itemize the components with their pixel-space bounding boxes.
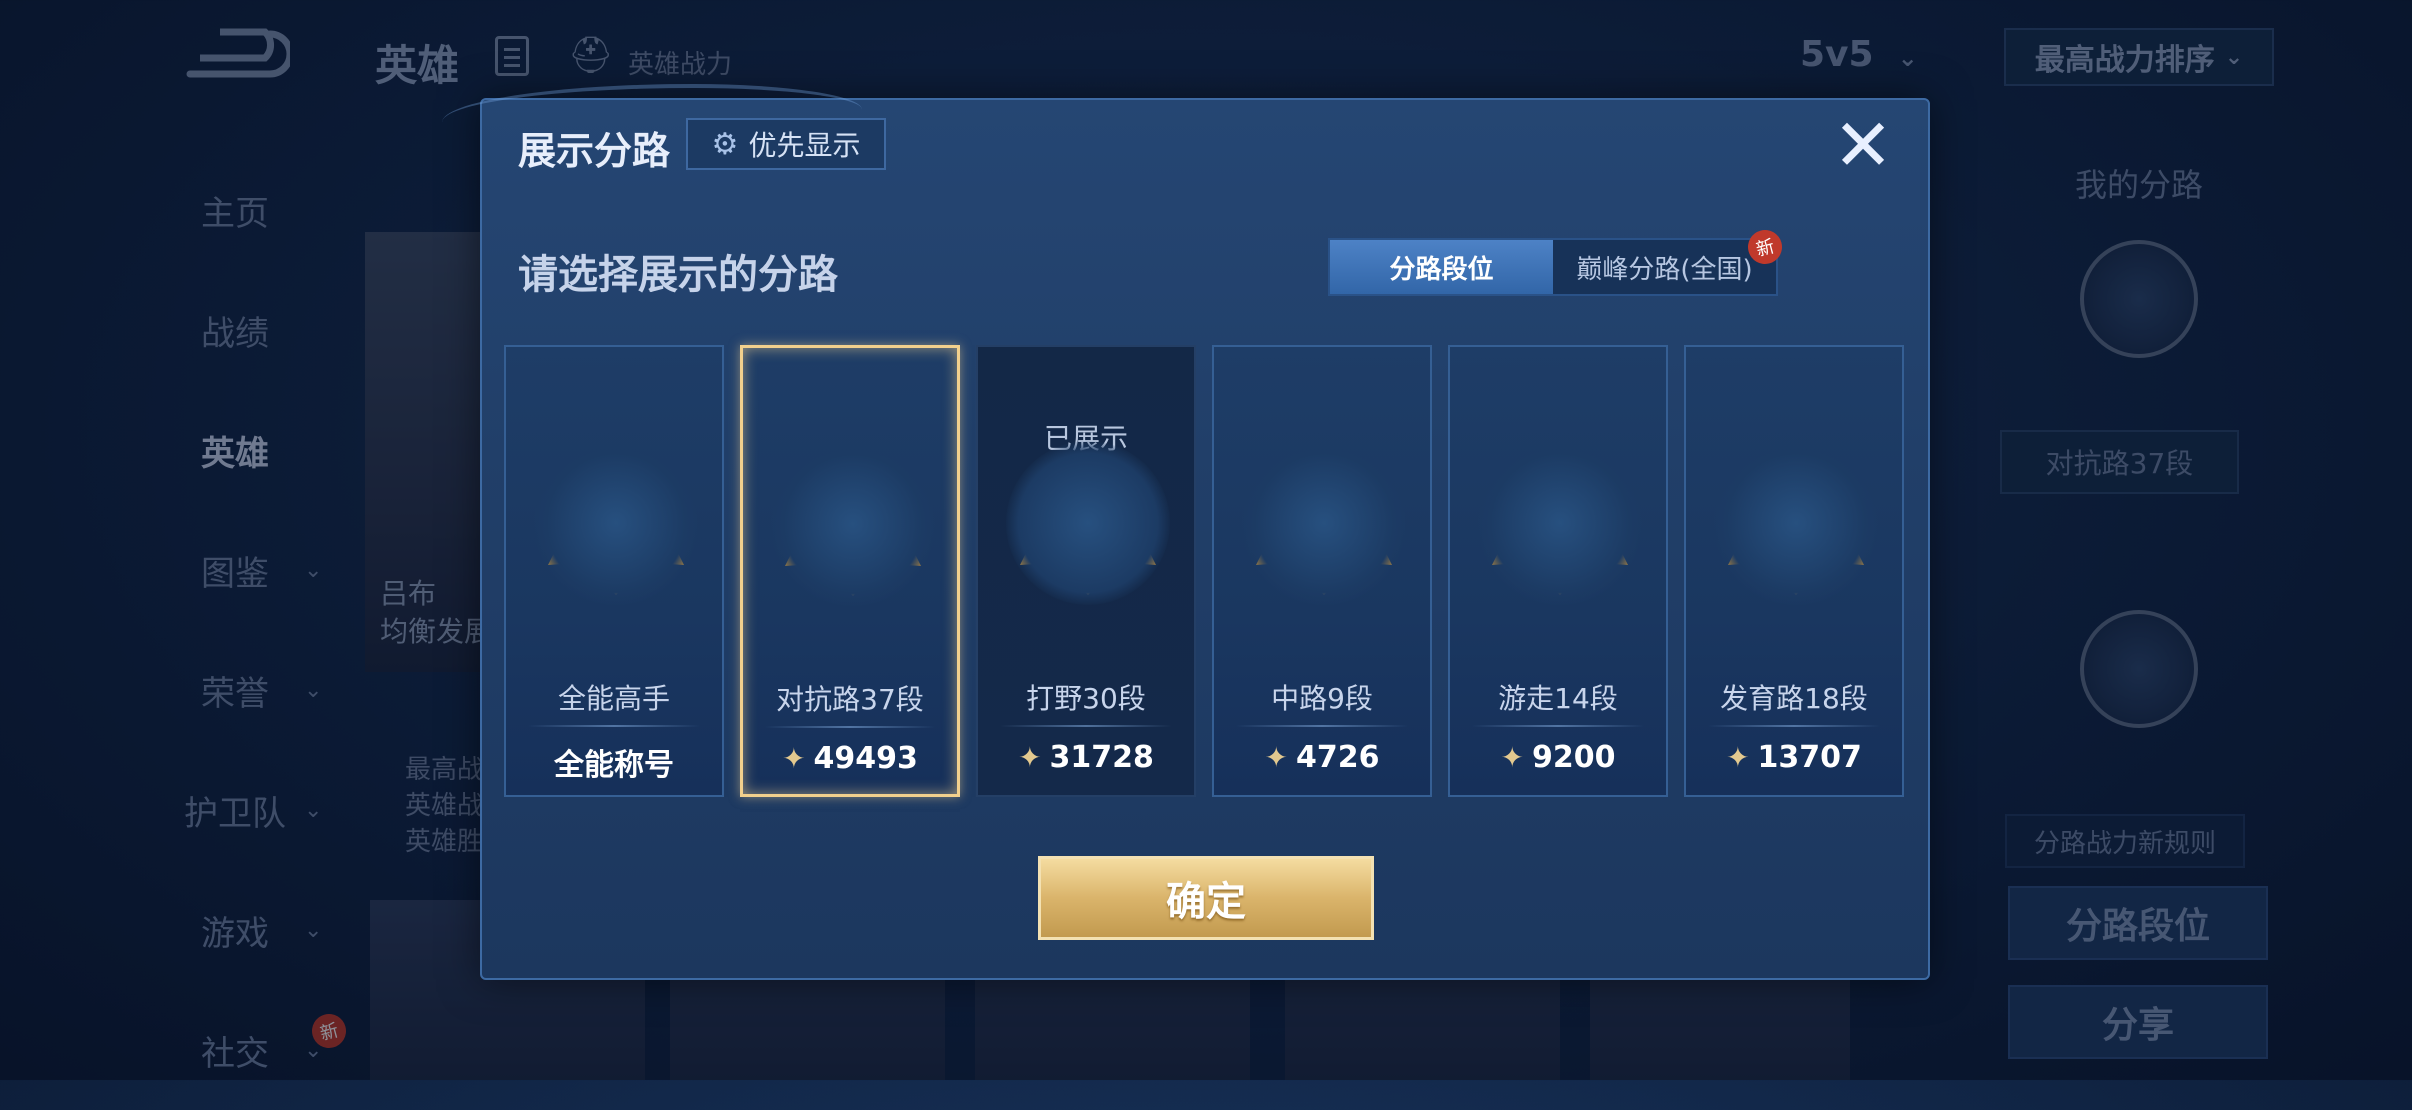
lane-name: 全能高手 xyxy=(557,682,670,715)
tab-lane-rank[interactable]: 分路段位 xyxy=(1330,240,1553,294)
lane-name: 发育路18段 xyxy=(1720,682,1868,715)
lane-value-text: 4726 xyxy=(1295,740,1380,775)
roam-emblem-icon xyxy=(1478,441,1642,605)
tab-peak-lane[interactable]: 巅峰分路(全国) 新 xyxy=(1553,226,1786,294)
dialog-title: 展示分路 xyxy=(518,129,671,173)
lane-power-value: ✦ 9200 xyxy=(1450,740,1666,775)
power-icon: ✦ xyxy=(1726,741,1750,774)
lane-power-value: ✦ 49493 xyxy=(743,741,957,776)
lane-value-text: 31728 xyxy=(1049,740,1154,775)
lane-name: 游走14段 xyxy=(1498,682,1618,715)
lane-card-roam[interactable]: 游走14段 ✦ 9200 xyxy=(1448,345,1668,797)
divider xyxy=(1236,725,1408,727)
lane-name: 打野30段 xyxy=(1026,682,1146,715)
lane-card-farm[interactable]: 发育路18段 ✦ 13707 xyxy=(1684,345,1904,797)
mid-lane-emblem-icon xyxy=(1242,441,1406,605)
lane-value-text: 13707 xyxy=(1757,740,1862,775)
lane-value-text: 49493 xyxy=(813,741,918,776)
lane-value-text: 9200 xyxy=(1531,740,1616,775)
dialog-subtitle: 请选择展示的分路 xyxy=(518,252,838,298)
divider xyxy=(1708,725,1880,727)
power-icon: ✦ xyxy=(1018,741,1042,774)
lane-name: 对抗路37段 xyxy=(776,683,924,716)
lane-display-dialog: 展示分路 ⚙ 优先显示 ✕ 请选择展示的分路 分路段位 巅峰分路(全国) 新 全… xyxy=(442,84,1930,980)
lane-power-value: ✦ 4726 xyxy=(1214,740,1430,775)
lane-card-clash[interactable]: 对抗路37段 ✦ 49493 xyxy=(740,345,960,797)
priority-display-button[interactable]: ⚙ 优先显示 xyxy=(686,118,886,170)
jungle-emblem-icon xyxy=(1006,441,1170,605)
tab-label: 分路段位 xyxy=(1389,254,1494,285)
lane-card-list: 全能高手 全能称号 对抗路37段 ✦ 49493 已展示 打野30段 ✦ 31728… xyxy=(504,345,1906,797)
power-icon: ✦ xyxy=(782,742,806,775)
tab-label: 巅峰分路(全国) xyxy=(1576,254,1753,285)
confirm-button[interactable]: 确定 xyxy=(1038,856,1374,940)
gear-icon: ⚙ xyxy=(711,126,739,162)
lane-power-value: ✦ 13707 xyxy=(1686,740,1902,775)
divider xyxy=(1000,725,1172,727)
lane-value-text: 全能称号 xyxy=(554,748,674,783)
divider xyxy=(1472,725,1644,727)
divider xyxy=(528,725,700,727)
priority-display-label: 优先显示 xyxy=(748,129,861,162)
farm-lane-emblem-icon xyxy=(1714,441,1878,605)
power-icon: ✦ xyxy=(1264,741,1288,774)
close-icon[interactable]: ✕ xyxy=(1828,109,1898,181)
clash-lane-emblem-icon xyxy=(771,442,935,606)
lane-name: 中路9段 xyxy=(1271,682,1373,715)
lane-card-mid[interactable]: 中路9段 ✦ 4726 xyxy=(1212,345,1432,797)
divider xyxy=(765,726,935,728)
omni-emblem-icon xyxy=(534,441,698,605)
power-icon: ✦ xyxy=(1500,741,1524,774)
lane-card-omni[interactable]: 全能高手 全能称号 xyxy=(504,345,724,797)
lane-card-jungle[interactable]: 已展示 打野30段 ✦ 31728 xyxy=(976,345,1196,797)
lane-title-value: 全能称号 xyxy=(506,740,722,784)
lane-power-value: ✦ 31728 xyxy=(978,740,1194,775)
tab-bar: 分路段位 巅峰分路(全国) 新 xyxy=(1328,226,1786,296)
